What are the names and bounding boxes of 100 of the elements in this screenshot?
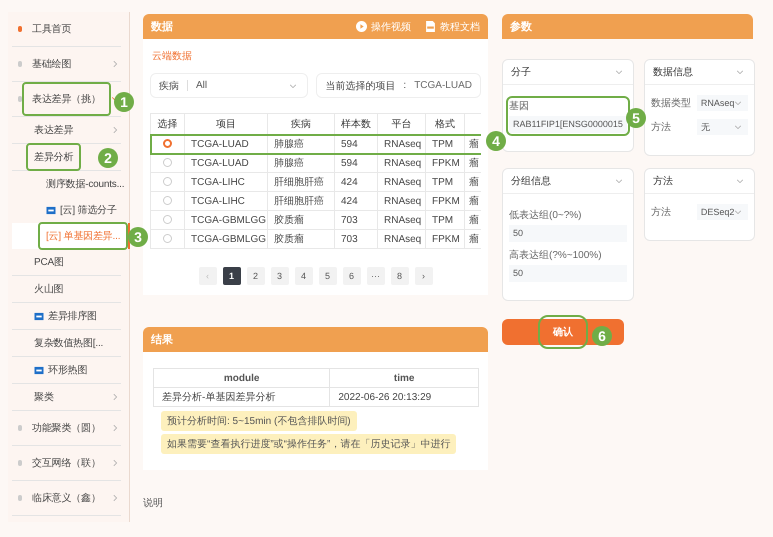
page-button[interactable]: 5 — [318, 267, 336, 285]
select-value: All — [187, 80, 282, 91]
menu-label: 功能聚类（圆） — [32, 423, 101, 434]
menu-label: 差异排序图 — [48, 311, 98, 322]
sidebar-item[interactable]: 环形热图 — [12, 357, 121, 384]
page-button[interactable]: 1 — [222, 267, 240, 285]
play-icon — [356, 21, 367, 32]
chevron-icon — [734, 208, 742, 216]
panel-title: 参数 — [510, 20, 532, 34]
table-cell: RNAseq — [378, 154, 426, 172]
select-value: DESeq2 — [700, 207, 734, 217]
field-label: 数据类型 — [650, 96, 692, 110]
field-label: 当前选择的项目 — [325, 80, 396, 92]
sidebar-item[interactable]: 聚类 — [12, 384, 121, 411]
menu-label: [云] 筛选分子 — [60, 205, 117, 216]
radio-button[interactable] — [163, 196, 172, 206]
radio-button[interactable] — [163, 158, 172, 168]
column-header: 格式 — [426, 114, 464, 134]
table-cell: TCGA-GBMLGG — [184, 230, 268, 248]
menu-label: 表达差异（挑） — [32, 94, 101, 105]
notice-text: 如果需要“查看执行进度”或“操作任务”，请在「历史记录」中进行 — [161, 434, 456, 454]
radio-button[interactable] — [163, 177, 172, 186]
column-header: 项目 — [184, 114, 268, 134]
table-cell: FPKM — [426, 154, 464, 172]
chevron-icon — [736, 68, 744, 76]
table-cell: 胶质瘤 — [268, 210, 334, 230]
column-header: 选择 — [150, 114, 184, 134]
table-cell: 差异分析-单基因差异分析 — [154, 388, 330, 406]
input-field[interactable]: 50 — [509, 265, 627, 282]
sidebar-item[interactable]: 交互网络（联） — [12, 446, 121, 481]
field-label: 疾病 — [159, 80, 179, 92]
sidebar-item[interactable]: 测序数据-counts... — [12, 171, 129, 197]
table-cell: 703 — [334, 210, 378, 230]
sidebar-item[interactable]: 功能聚类（圆） — [12, 411, 121, 446]
select-field[interactable]: RNAseq — [696, 95, 748, 111]
table-cell: RNAseq — [378, 210, 426, 230]
page-button[interactable]: 8 — [390, 267, 408, 285]
disease-select[interactable]: 疾病 All — [150, 73, 308, 98]
menu-label: 环形热图 — [48, 365, 88, 376]
page-button[interactable]: 2 — [246, 267, 264, 285]
sidebar-item[interactable]: 复杂数值热图[... — [12, 330, 121, 357]
table-cell: RNAseq — [378, 172, 426, 192]
menu-label: 聚类 — [34, 392, 54, 403]
menu-label: 临床意义（鑫） — [32, 493, 101, 504]
card-title: 数据信息 — [652, 66, 693, 79]
card-title: 分组信息 — [511, 174, 551, 188]
sidebar-item[interactable]: 火山图 — [12, 276, 121, 303]
column-header: 疾病 — [268, 114, 334, 134]
field-value: TCGA-LUAD — [414, 80, 472, 91]
radio-button[interactable] — [163, 139, 172, 148]
menu-label: 基础绘图 — [32, 59, 72, 70]
document-icon — [425, 21, 436, 32]
page-button[interactable]: ··· — [366, 267, 384, 285]
panel-title: 数据 — [151, 20, 173, 34]
column-header: 样本数 — [334, 114, 378, 134]
card-title: 方法 — [652, 174, 673, 188]
sidebar-item[interactable]: [云] 筛选分子 — [12, 197, 129, 223]
table-cell: TPM — [426, 210, 464, 230]
table-cell: 594 — [334, 154, 378, 172]
sidebar-item[interactable]: 基础绘图 — [12, 47, 121, 82]
column-header: 平台 — [378, 114, 426, 134]
table-cell: 2022-06-26 20:13:29 — [330, 388, 478, 406]
footer-label: 说明 — [143, 497, 164, 510]
select-value: 无 — [700, 120, 710, 134]
page-button[interactable]: 3 — [270, 267, 288, 285]
radio-button[interactable] — [163, 215, 172, 224]
chevron-icon — [734, 123, 742, 131]
menu-label: 差异分析 — [34, 152, 74, 163]
card-title: 分子 — [511, 66, 531, 79]
notice-text: 预计分析时间: 5~15min (不包含排队时间) — [161, 411, 357, 431]
table-cell: TCGA-GBMLGG — [184, 210, 268, 230]
sidebar-item[interactable]: 工具首页 — [12, 12, 121, 47]
field-label: 高表达组(?%~100%) — [509, 248, 603, 262]
sidebar-item[interactable]: 表达差异 — [12, 117, 121, 144]
section-label: 云端数据 — [152, 50, 193, 63]
select-value: RNAseq — [700, 98, 734, 108]
input-field[interactable]: RAB11FIP1[ENSG0000015 — [509, 116, 627, 133]
sidebar-item[interactable]: 差异排序图 — [12, 303, 121, 330]
field-label: 方法 — [650, 206, 672, 219]
select-field[interactable]: 无 — [696, 119, 748, 135]
menu-label: [云] 单基因差异... — [46, 231, 120, 242]
page-button[interactable]: 4 — [294, 267, 312, 285]
radio-button[interactable] — [163, 234, 172, 244]
page-button[interactable]: 6 — [342, 267, 360, 285]
field-label: 低表达组(0~?%) — [509, 208, 583, 222]
chevron-icon — [289, 82, 298, 90]
input-field[interactable]: 50 — [509, 225, 627, 242]
menu-label: 复杂数值热图[... — [34, 338, 104, 349]
table-cell: 424 — [334, 172, 378, 192]
panel-title: 结果 — [151, 332, 173, 347]
sidebar-item[interactable]: PCA图 — [12, 249, 121, 276]
table-cell: 肝细胞肝癌 — [268, 192, 334, 210]
field-label: 基因 — [509, 100, 530, 113]
table-cell: TCGA-LIHC — [184, 172, 268, 192]
menu-label: PCA图 — [34, 257, 64, 268]
next-page-button[interactable]: › — [414, 267, 432, 285]
sidebar-item[interactable]: 临床意义（鑫） — [12, 481, 121, 516]
select-field[interactable]: DESeq2 — [696, 204, 748, 220]
chevron-icon — [614, 177, 623, 185]
table-cell: 肝细胞肝癌 — [268, 172, 334, 192]
